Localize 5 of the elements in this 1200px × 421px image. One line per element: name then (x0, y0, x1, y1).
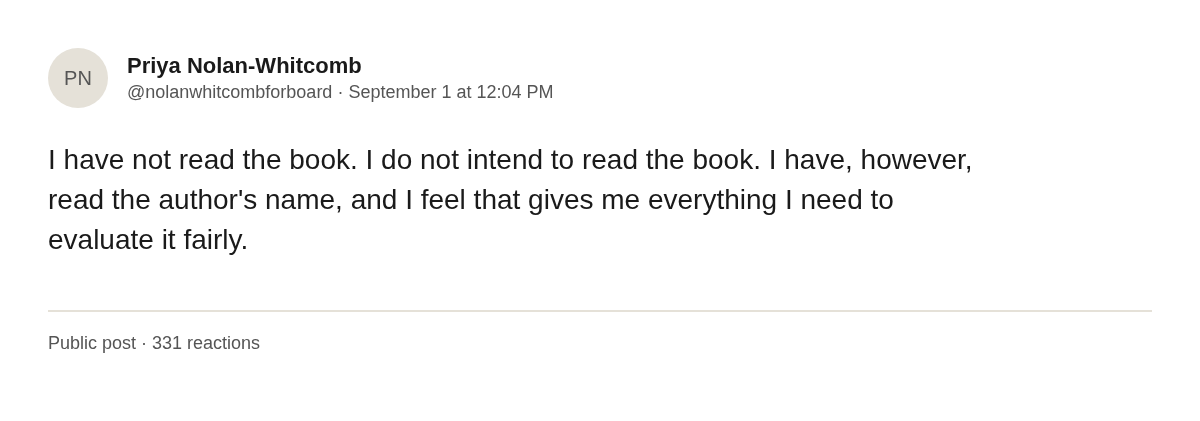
post-footer: Public post · 331 reactions (48, 333, 261, 353)
post-meta: @nolanwhitcombforboard · September 1 at 12:04 PM (127, 81, 554, 104)
avatar: PN (48, 48, 108, 108)
post-text: I have not read the book. I do not intend to read the book. I have, however, read the author's name, and I feel that gives me everything I need to evaluate it fairly. (48, 143, 974, 257)
author-name: Priya Nolan-Whitcomb (127, 52, 363, 80)
